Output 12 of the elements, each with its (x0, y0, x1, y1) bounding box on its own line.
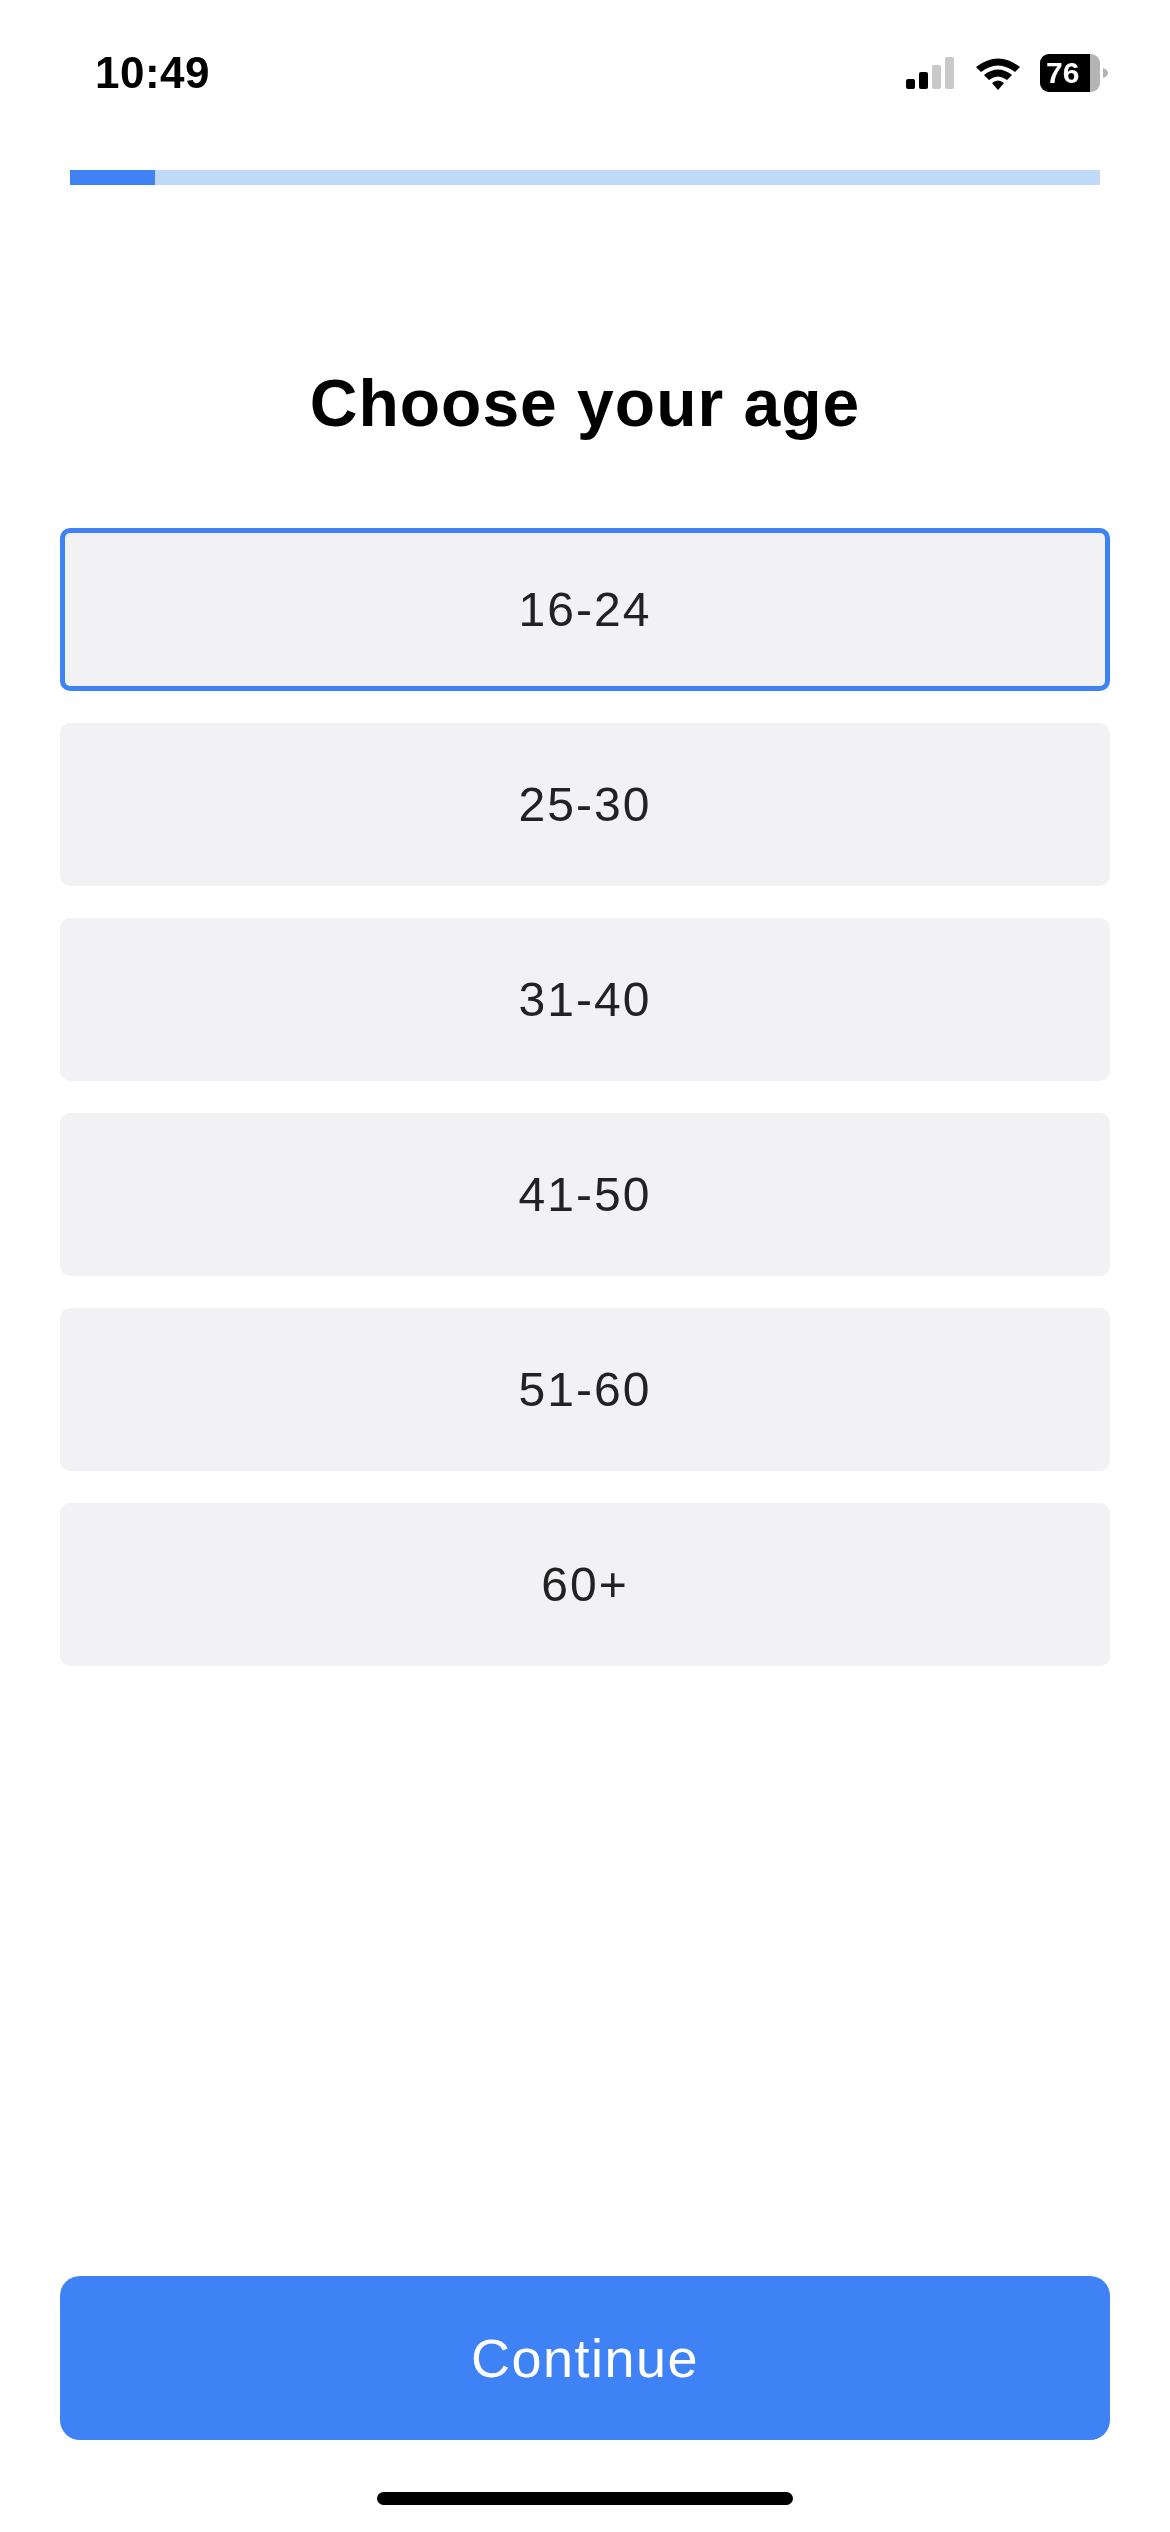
battery-percentage: 76 (1046, 56, 1080, 90)
age-option[interactable]: 41-50 (60, 1113, 1110, 1276)
status-time: 10:49 (95, 48, 211, 98)
age-option[interactable]: 51-60 (60, 1308, 1110, 1471)
page-title: Choose your age (308, 365, 862, 442)
continue-button[interactable]: Continue (60, 2276, 1110, 2440)
age-option[interactable]: 16-24 (60, 528, 1110, 691)
battery-icon (1040, 54, 1108, 92)
signal-icon (906, 57, 956, 89)
age-option[interactable]: 60+ (60, 1503, 1110, 1666)
age-option[interactable]: 25-30 (60, 723, 1110, 886)
age-option[interactable]: 31-40 (60, 918, 1110, 1081)
